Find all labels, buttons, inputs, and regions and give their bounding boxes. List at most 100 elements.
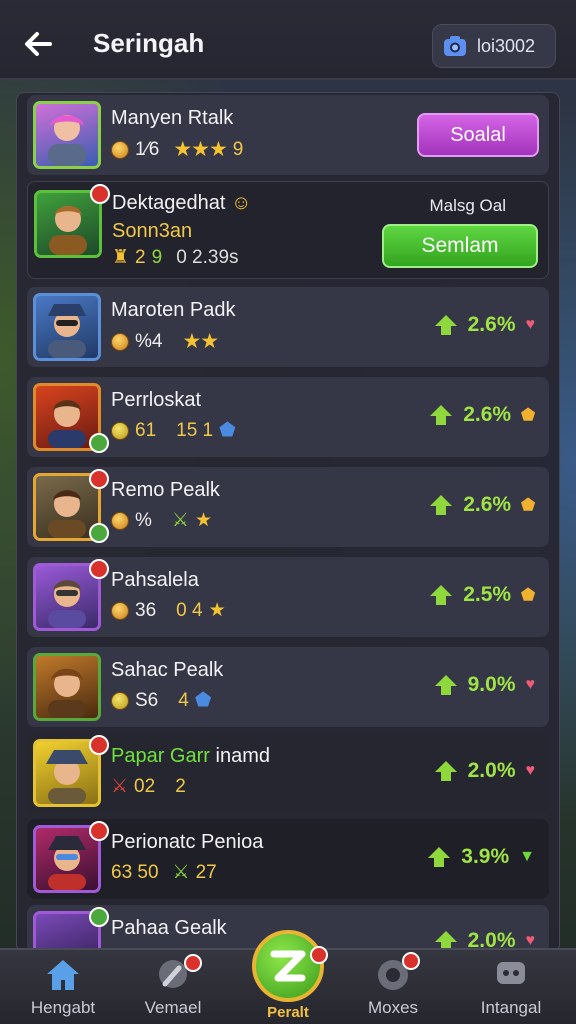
shield-icon: ⬟ xyxy=(521,587,535,604)
percent-value: 2.6% xyxy=(463,403,512,426)
coin-icon xyxy=(111,691,129,710)
player-stats: 61 15 1 ⬟ xyxy=(111,419,236,442)
player-stats: 36 0 4 ★ xyxy=(111,599,226,622)
rank-change: 2.6% ♥ xyxy=(434,313,535,337)
stat-value: 9 xyxy=(151,246,163,268)
list-item[interactable]: Maroten Padk %4 ★★ 2.6% ♥ xyxy=(27,287,549,367)
play-icon xyxy=(252,930,324,1002)
up-arrow-icon xyxy=(430,585,453,605)
list-item[interactable]: Manyen Rtalk 1⁄6 ★★★ 9 Soalal xyxy=(27,95,549,175)
player-name: Pahsalela xyxy=(111,569,199,591)
tab-label: Moxes xyxy=(367,998,419,1017)
player-name: Pahaa Gealk xyxy=(111,917,227,939)
status-badge xyxy=(89,433,109,453)
tab-games[interactable]: Moxes xyxy=(338,950,448,1024)
tab-label: Intangal xyxy=(480,998,542,1017)
rank-change: 2.6% ⬟ xyxy=(429,493,535,517)
list-item[interactable]: Remo Pealk % ⚔ ★ 2.6% ⬟ xyxy=(27,467,549,547)
rank-badge xyxy=(89,469,109,489)
player-name: Dektagedhat ☺ xyxy=(112,192,251,215)
up-arrow-icon xyxy=(434,675,457,695)
tab-home[interactable]: Hengabt xyxy=(8,950,118,1024)
status-badge xyxy=(89,523,109,543)
shield-icon: ⬟ xyxy=(219,420,236,441)
avatar xyxy=(33,653,101,721)
player-stats: ♜ 2 9 0 2.39s xyxy=(112,246,239,269)
stat-value: 15 1 xyxy=(176,419,214,441)
stat-value: % xyxy=(135,509,152,531)
player-name-highlight: Papar Garr xyxy=(111,745,210,767)
stat-value: ★ xyxy=(194,510,212,531)
list-item[interactable]: Perrloskat 61 15 1 ⬟ 2.6% ⬟ xyxy=(27,377,549,457)
up-arrow-icon xyxy=(428,847,451,867)
tab-chat[interactable]: Intangal xyxy=(456,950,566,1024)
user-id-box[interactable]: loi3002 xyxy=(432,24,556,68)
percent-value: 2.6% xyxy=(463,493,512,516)
percent-value: 2.6% xyxy=(467,313,516,336)
notification-badge xyxy=(310,946,328,964)
stat-value: 27 xyxy=(195,861,217,883)
list-item[interactable]: Pahsalela 36 0 4 ★ 2.5% ⬟ xyxy=(27,557,549,637)
player-stats: 63 50 ⚔ 27 xyxy=(111,861,217,884)
tab-label: Peralt xyxy=(267,1004,309,1021)
player-stats: 1⁄6 ★★★ 9 xyxy=(111,137,243,162)
stat-value: 1⁄6 xyxy=(135,138,160,160)
rank-change: 2.0% ♥ xyxy=(434,759,535,783)
tab-play[interactable]: Peralt xyxy=(248,930,328,1024)
player-name: Maroten Padk xyxy=(111,299,236,321)
camera-icon xyxy=(444,36,466,56)
tab-tools[interactable]: Vemael xyxy=(118,950,228,1024)
stat-value: %4 xyxy=(135,330,163,352)
stat-value: 0 4 xyxy=(176,599,203,621)
stat-value: 63 50 xyxy=(111,861,159,883)
shield-icon: ⬟ xyxy=(521,407,535,424)
back-button[interactable] xyxy=(18,24,58,64)
shield-icon: ⬟ xyxy=(194,690,212,711)
rank-change: 2.5% ⬟ xyxy=(429,583,535,607)
percent-value: 2.5% xyxy=(463,583,512,606)
rank-badge xyxy=(90,184,110,204)
star-icon: ★ xyxy=(208,600,226,621)
list-item-highlighted[interactable]: Dektagedhat ☺ Sonn3an ♜ 2 9 0 2.39s Mals… xyxy=(27,181,549,279)
stat-value: 4 xyxy=(178,689,189,711)
rank-change: 9.0% ♥ xyxy=(434,673,535,697)
stat-value: 36 xyxy=(135,599,157,621)
sword-icon: ⚔ xyxy=(172,862,190,883)
percent-value: 3.9% xyxy=(461,845,510,868)
star-rating-icon: ★★★ xyxy=(173,138,227,161)
list-item[interactable]: Perionatc Penioa 63 50 ⚔ 27 3.9% ▼ xyxy=(27,819,549,899)
avatar xyxy=(33,293,101,361)
back-arrow-icon xyxy=(25,32,52,56)
coin-icon xyxy=(111,140,129,159)
notification-badge xyxy=(184,954,202,972)
player-name: Sahac Pealk xyxy=(111,659,224,681)
user-id-text: loi3002 xyxy=(477,35,536,56)
coin-icon xyxy=(111,332,129,351)
list-item[interactable]: Papar Garr inamd ⚔ 02 2 2.0% ♥ xyxy=(27,733,549,813)
green-action-button[interactable]: Semlam xyxy=(382,224,538,268)
stat-value: 02 xyxy=(134,775,156,797)
trophy-icon: ♜ xyxy=(112,247,130,268)
button-caption: Malsg Oal xyxy=(429,196,506,215)
notification-badge xyxy=(402,952,420,970)
tab-label: Vemael xyxy=(144,998,202,1017)
stat-value: S6 xyxy=(135,689,159,711)
up-arrow-icon xyxy=(434,315,457,335)
stat-value: 2 xyxy=(175,775,186,797)
chat-icon xyxy=(497,962,525,984)
top-bar: Seringah loi3002 xyxy=(0,0,576,80)
social-button[interactable]: Soalal xyxy=(417,113,539,157)
list-item[interactable]: Sahac Pealk S6 4 ⬟ 9.0% ♥ xyxy=(27,647,549,727)
player-stats: % ⚔ ★ xyxy=(111,509,212,532)
stat-value: 0 2.39s xyxy=(176,246,239,268)
player-name-text: Dektagedhat xyxy=(112,192,226,214)
coin-icon xyxy=(111,511,129,530)
star-rating-icon: ★★ xyxy=(182,330,219,353)
shield-icon: ⬟ xyxy=(521,497,535,514)
down-chevron-icon: ▼ xyxy=(519,848,535,865)
percent-value: 2.0% xyxy=(467,759,516,782)
player-name-text: inamd xyxy=(215,745,270,767)
player-name: Remo Pealk xyxy=(111,479,220,501)
coin-icon xyxy=(111,601,129,620)
rank-badge xyxy=(89,559,109,579)
